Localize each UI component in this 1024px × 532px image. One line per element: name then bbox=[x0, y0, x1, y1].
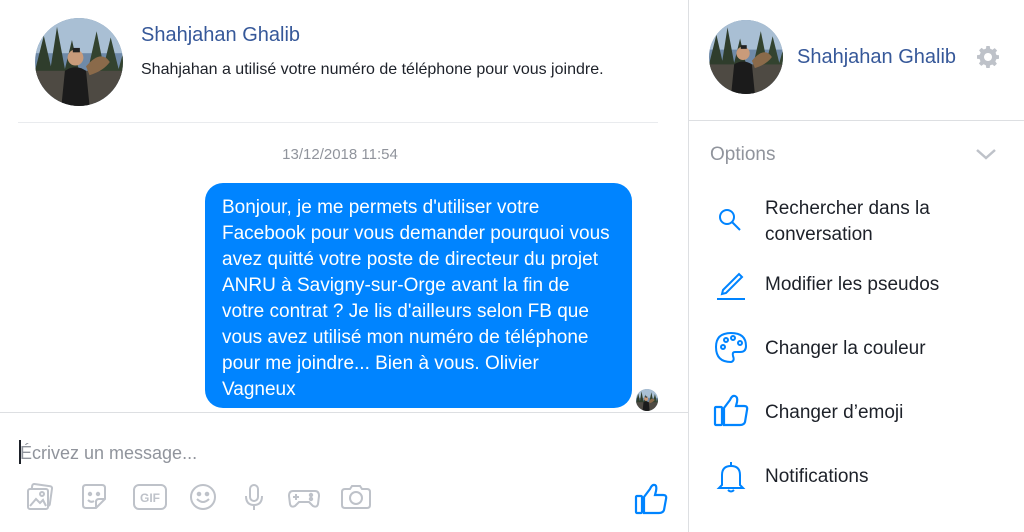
options-section-label[interactable]: Options bbox=[710, 144, 775, 166]
option-change-emoji[interactable]: Changer d’emoji bbox=[689, 394, 1024, 434]
sidebar-contact-avatar[interactable] bbox=[709, 20, 783, 94]
sticker-icon[interactable] bbox=[79, 482, 109, 512]
conversation-details-sidebar: Shahjahan Ghalib Options Rechercher dans… bbox=[689, 0, 1024, 532]
gear-icon[interactable] bbox=[976, 45, 1000, 69]
composer-divider bbox=[0, 412, 688, 413]
outgoing-message-bubble[interactable]: Bonjour, je me permets d'utiliser votre … bbox=[205, 183, 632, 408]
chevron-down-icon[interactable] bbox=[974, 144, 998, 164]
svg-text:GIF: GIF bbox=[140, 491, 160, 505]
option-change-color[interactable]: Changer la couleur bbox=[689, 331, 1024, 370]
seen-indicator-avatar bbox=[636, 389, 658, 411]
option-label: Modifier les pseudos bbox=[765, 274, 940, 295]
option-edit-nicknames[interactable]: Modifier les pseudos bbox=[689, 270, 1024, 306]
option-label: Rechercher dans la conversation bbox=[765, 198, 930, 245]
option-label: Changer d’emoji bbox=[765, 402, 904, 423]
gif-icon[interactable]: GIF bbox=[132, 482, 168, 512]
conversation-panel: Shahjahan Ghalib Shahjahan a utilisé vot… bbox=[0, 0, 689, 532]
thumbs-up-icon bbox=[713, 392, 749, 428]
option-label: Notifications bbox=[765, 466, 869, 487]
header-divider bbox=[18, 122, 658, 123]
message-input[interactable] bbox=[20, 440, 620, 466]
contact-description: Shahjahan a utilisé votre numéro de télé… bbox=[141, 61, 604, 78]
sidebar-header-divider bbox=[689, 120, 1024, 121]
message-timestamp: 13/12/2018 11:54 bbox=[282, 146, 398, 163]
camera-icon[interactable] bbox=[339, 482, 373, 512]
bell-icon bbox=[713, 458, 749, 494]
palette-icon bbox=[713, 330, 749, 366]
send-like-button[interactable] bbox=[633, 480, 669, 516]
photo-icon[interactable] bbox=[25, 482, 55, 512]
contact-name[interactable]: Shahjahan Ghalib bbox=[141, 24, 300, 47]
search-icon bbox=[713, 204, 749, 240]
contact-avatar[interactable] bbox=[35, 18, 123, 106]
emoji-icon[interactable] bbox=[188, 482, 218, 512]
option-notifications[interactable]: Notifications bbox=[689, 462, 1024, 498]
pencil-icon bbox=[713, 266, 749, 302]
microphone-icon[interactable] bbox=[239, 482, 269, 512]
game-icon[interactable] bbox=[287, 482, 321, 512]
sidebar-contact-name[interactable]: Shahjahan Ghalib bbox=[797, 46, 956, 69]
option-search-conversation[interactable]: Rechercher dans la conversation bbox=[689, 196, 1024, 252]
option-label: Changer la couleur bbox=[765, 338, 926, 359]
